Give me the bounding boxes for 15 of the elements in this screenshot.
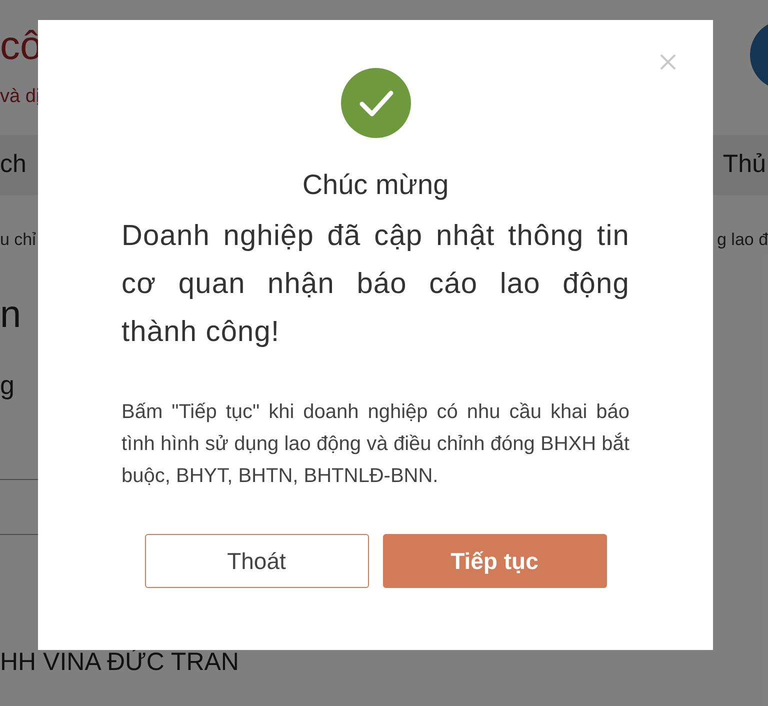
field-label: g (0, 368, 14, 402)
breadcrumb-text: g lao đ (716, 229, 768, 252)
continue-button[interactable]: Tiếp tục (382, 534, 606, 588)
close-icon[interactable] (660, 54, 676, 70)
page-heading: n (0, 292, 22, 338)
nav-item[interactable]: Thủ (722, 146, 768, 184)
avatar-icon (750, 24, 768, 86)
success-check-icon (340, 68, 410, 138)
exit-button[interactable]: Thoát (144, 534, 368, 588)
company-name: HH VINA ĐỨC TRAN (0, 646, 239, 678)
dialog-note: Bấm "Tiếp tục" khi doanh nghiệp có nhu cầu khai báo tình hình sử dụng lao động và điều chỉnh đóng BHXH bắt buộc, BHYT, BHTN, BHTNLĐ-BNN. (122, 400, 630, 489)
dialog-title: Chúc mừng (302, 168, 449, 202)
breadcrumb-text: u chỉ (0, 229, 36, 252)
dialog-message: Doanh nghiệp đã cập nhật thông tin cơ quan nhận báo cáo lao động thành công! (122, 219, 630, 350)
nav-item[interactable]: ch (0, 146, 26, 184)
